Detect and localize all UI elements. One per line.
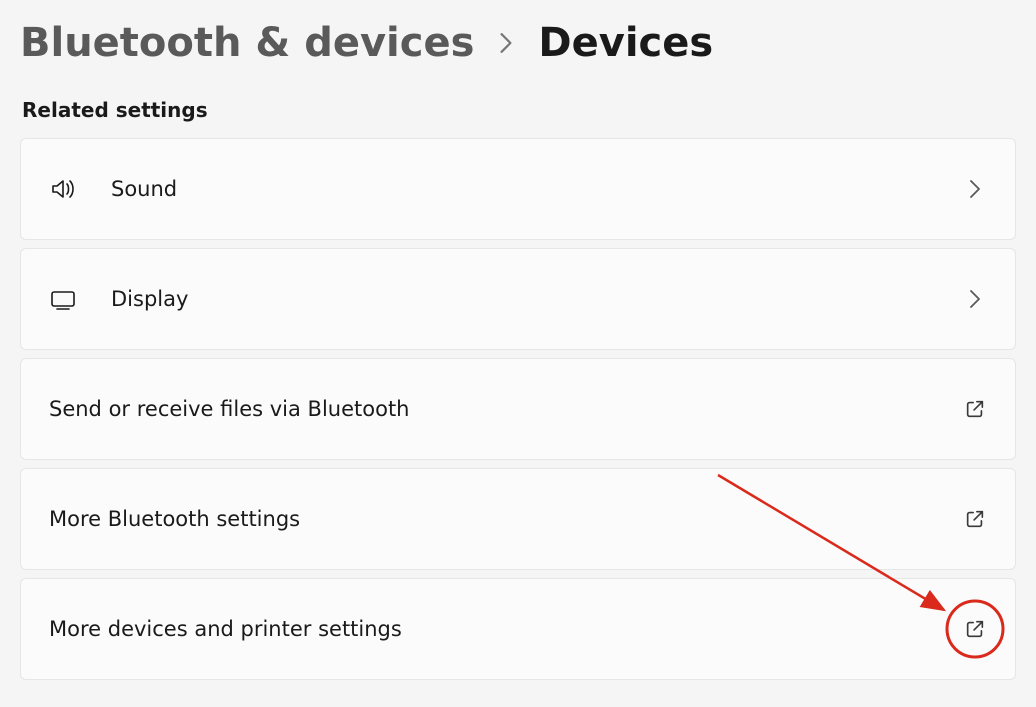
chevron-right-icon bbox=[498, 32, 514, 54]
sound-icon bbox=[49, 175, 77, 203]
settings-item-more-devices-printers[interactable]: More devices and printer settings bbox=[20, 578, 1016, 680]
breadcrumb: Bluetooth & devices Devices bbox=[20, 20, 1016, 66]
settings-item-label: More devices and printer settings bbox=[49, 617, 963, 641]
settings-item-more-bluetooth[interactable]: More Bluetooth settings bbox=[20, 468, 1016, 570]
external-link-icon bbox=[963, 397, 987, 421]
settings-item-label: Send or receive files via Bluetooth bbox=[49, 397, 963, 421]
settings-item-sound[interactable]: Sound bbox=[20, 138, 1016, 240]
settings-list: Sound Display bbox=[20, 138, 1016, 680]
settings-item-label: Sound bbox=[111, 177, 963, 201]
external-link-icon bbox=[963, 507, 987, 531]
settings-item-label: Display bbox=[111, 287, 963, 311]
breadcrumb-current: Devices bbox=[538, 20, 713, 66]
display-icon bbox=[49, 285, 77, 313]
settings-item-bluetooth-files[interactable]: Send or receive files via Bluetooth bbox=[20, 358, 1016, 460]
section-heading-related-settings: Related settings bbox=[20, 98, 1016, 122]
chevron-right-icon bbox=[963, 177, 987, 201]
settings-item-label: More Bluetooth settings bbox=[49, 507, 963, 531]
breadcrumb-parent[interactable]: Bluetooth & devices bbox=[20, 20, 474, 66]
settings-item-display[interactable]: Display bbox=[20, 248, 1016, 350]
chevron-right-icon bbox=[963, 287, 987, 311]
external-link-icon bbox=[963, 617, 987, 641]
